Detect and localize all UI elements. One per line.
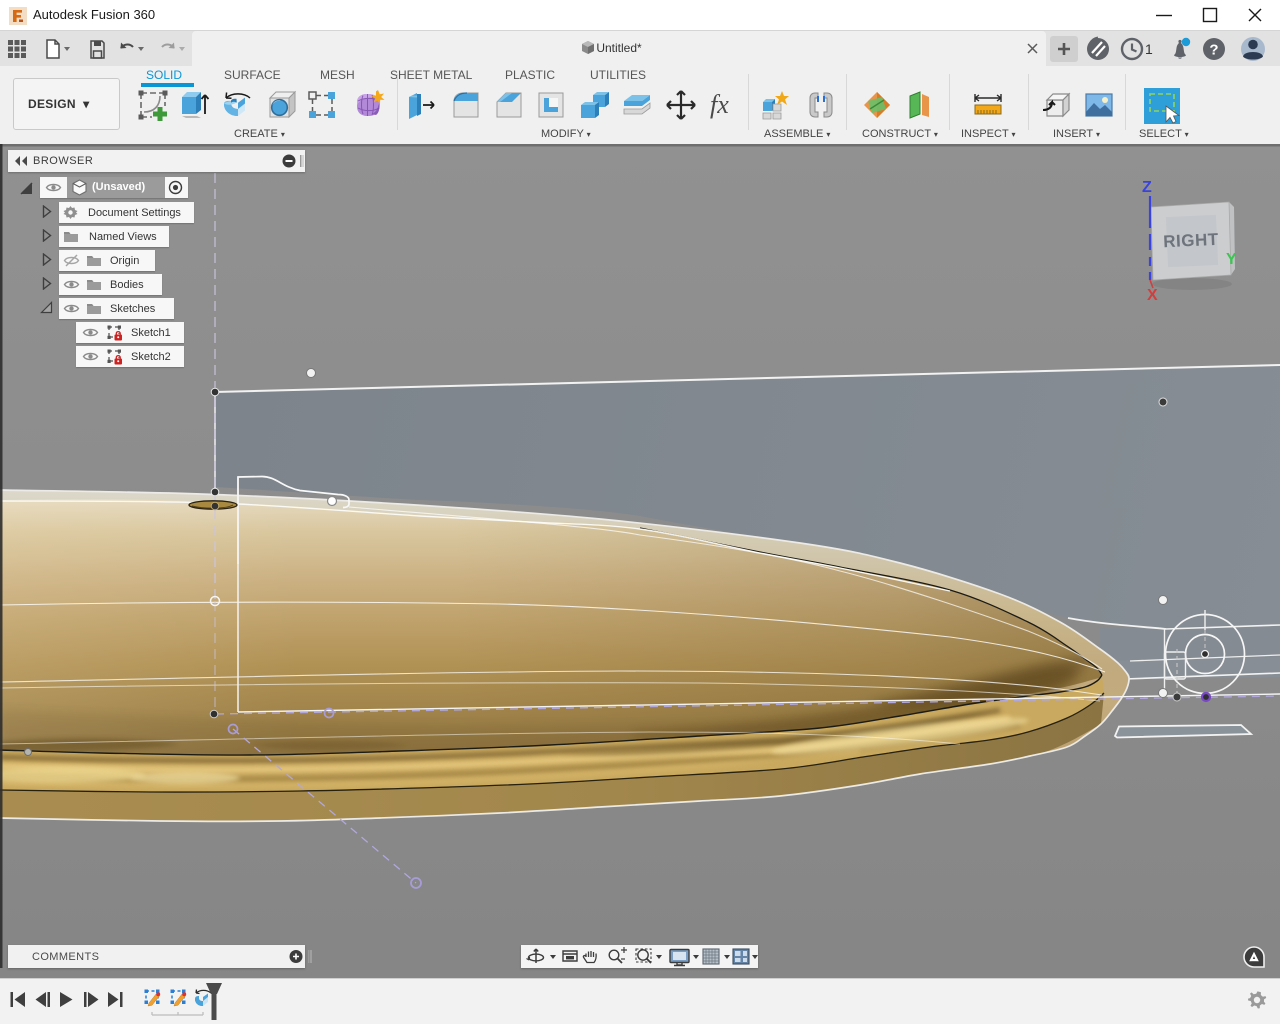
- svg-text:X: X: [1147, 287, 1158, 304]
- svg-text:1: 1: [1145, 41, 1153, 57]
- svg-text:Z: Z: [1142, 179, 1152, 196]
- svg-text:Y: Y: [1226, 251, 1237, 268]
- svg-text:?: ?: [1209, 42, 1218, 59]
- svg-text:RIGHT: RIGHT: [1163, 230, 1219, 251]
- svg-text:fx: fx: [710, 90, 729, 119]
